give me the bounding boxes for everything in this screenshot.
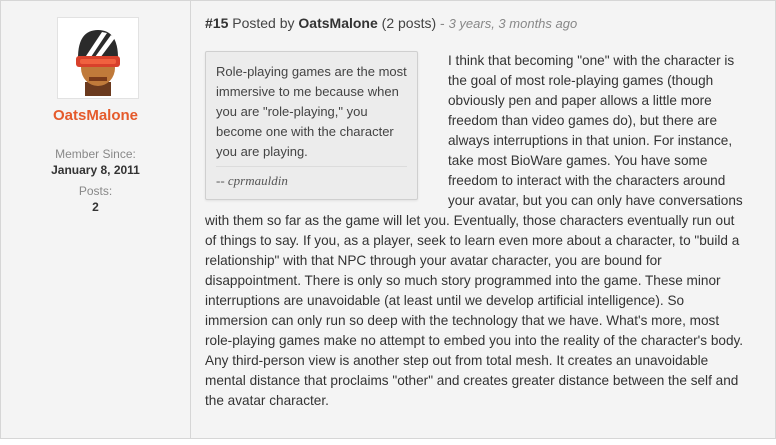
forum-post: OatsMalone Member Since: January 8, 2011… bbox=[0, 0, 776, 439]
post-timestamp: 3 years, 3 months ago bbox=[448, 16, 578, 31]
post-body: Role-playing games are the most immersiv… bbox=[205, 51, 749, 411]
avatar[interactable] bbox=[57, 17, 139, 99]
posted-by-label: Posted by bbox=[232, 15, 295, 31]
helmet-avatar-icon bbox=[76, 30, 120, 96]
user-sidebar: OatsMalone Member Since: January 8, 2011… bbox=[1, 1, 191, 438]
posts-count: 2 bbox=[92, 200, 99, 214]
author-post-count: (2 posts) bbox=[381, 15, 437, 31]
member-since-label: Member Since: bbox=[55, 147, 136, 161]
posts-label: Posts: bbox=[78, 184, 113, 198]
post-number[interactable]: #15 bbox=[205, 15, 228, 31]
header-separator: - bbox=[440, 15, 445, 31]
post-author[interactable]: OatsMalone bbox=[298, 15, 377, 31]
username[interactable]: OatsMalone bbox=[1, 107, 190, 124]
quote-block: Role-playing games are the most immersiv… bbox=[205, 51, 418, 200]
quote-attribution: -- cprmauldin bbox=[216, 166, 407, 191]
member-since-date: January 8, 2011 bbox=[51, 163, 140, 177]
post-header: #15 Posted by OatsMalone (2 posts) - 3 y… bbox=[205, 15, 577, 31]
quote-text: Role-playing games are the most immersiv… bbox=[216, 64, 407, 159]
